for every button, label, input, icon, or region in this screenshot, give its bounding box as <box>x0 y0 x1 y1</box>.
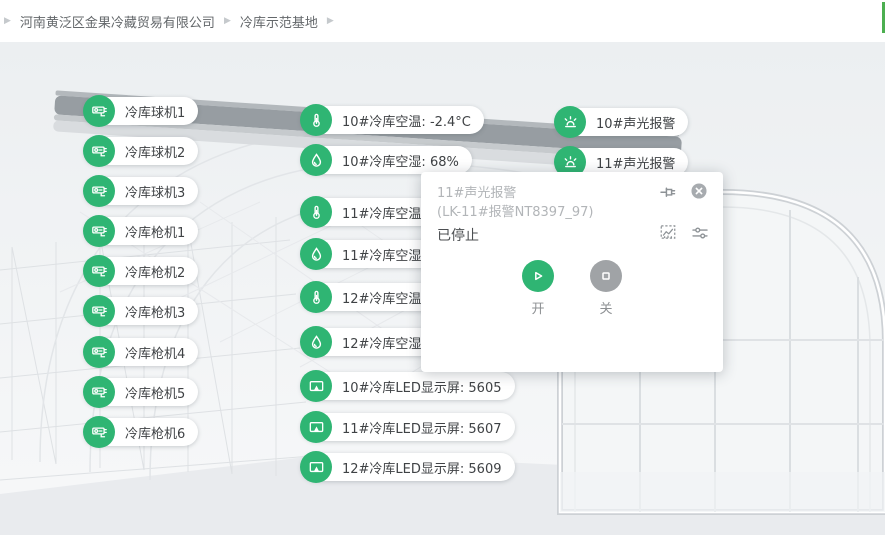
screen-cast-icon <box>300 370 332 402</box>
pill-label: 10#冷库空温: -2.4°C <box>342 111 471 130</box>
pill-label: 11#声光报警 <box>596 153 675 172</box>
pill-label: 11#冷库LED显示屏: 5607 <box>342 418 502 437</box>
device-pill-gun-camera-6[interactable]: 冷库枪机6 <box>84 418 198 446</box>
cctv-camera-icon <box>83 295 115 327</box>
cctv-camera-icon <box>83 95 115 127</box>
popup-button-row: 开 关 <box>421 260 723 317</box>
thermometer-icon <box>300 104 332 136</box>
pill-label: 冷库枪机6 <box>125 423 185 442</box>
close-icon[interactable] <box>690 182 708 200</box>
water-drop-icon <box>300 144 332 176</box>
turn-on-button[interactable]: 开 <box>522 260 554 317</box>
pill-label: 冷库球机3 <box>125 182 185 201</box>
cctv-camera-icon <box>83 376 115 408</box>
popup-status-text: 已停止 <box>437 225 479 245</box>
cctv-camera-icon <box>83 135 115 167</box>
pill-label: 11#冷库空湿: <box>342 245 426 264</box>
device-pill-gun-camera-3[interactable]: 冷库枪机3 <box>84 297 198 325</box>
settings-sliders-icon[interactable] <box>691 224 709 242</box>
cctv-camera-icon <box>83 255 115 287</box>
history-chart-icon[interactable] <box>659 223 677 241</box>
sensor-pill-temp-11[interactable]: 11#冷库空温: <box>301 198 439 226</box>
device-pill-gun-camera-4[interactable]: 冷库枪机4 <box>84 338 198 366</box>
thermometer-icon <box>300 281 332 313</box>
turn-on-label: 开 <box>531 298 544 317</box>
device-control-popup: 11#声光报警 (LK-11#报警NT8397_97) 已停止 开 关 <box>421 172 723 372</box>
thermometer-icon <box>300 196 332 228</box>
breadcrumb-arrow-icon: ▶ <box>224 17 231 26</box>
pill-label: 10#冷库空湿: 68% <box>342 151 459 170</box>
popup-device-title: 11#声光报警 <box>437 182 516 201</box>
cold-storage-monitor-page: ▶ 河南黄泛区金果冷藏贸易有限公司 ▶ 冷库示范基地 ▶ 冷库球机1 冷库球机2… <box>0 0 885 535</box>
device-pill-gun-camera-2[interactable]: 冷库枪机2 <box>84 257 198 285</box>
screen-cast-icon <box>300 411 332 443</box>
pill-label: 冷库球机1 <box>125 102 185 121</box>
sensor-pill-humidity-10[interactable]: 10#冷库空湿: 68% <box>301 146 472 174</box>
turn-off-label: 关 <box>599 298 612 317</box>
pill-label: 冷库枪机1 <box>125 222 185 241</box>
pill-label: 10#声光报警 <box>596 113 675 132</box>
sensor-pill-led-10[interactable]: 10#冷库LED显示屏: 5605 <box>301 372 515 400</box>
device-pill-gun-camera-5[interactable]: 冷库枪机5 <box>84 378 198 406</box>
breadcrumb-item-company[interactable]: 河南黄泛区金果冷藏贸易有限公司 <box>20 12 215 31</box>
breadcrumb-item-base[interactable]: 冷库示范基地 <box>240 12 318 31</box>
device-pill-gun-camera-1[interactable]: 冷库枪机1 <box>84 217 198 245</box>
pill-label: 冷库枪机2 <box>125 262 185 281</box>
device-pill-ball-camera-1[interactable]: 冷库球机1 <box>84 97 198 125</box>
siren-icon <box>554 106 586 138</box>
pin-icon[interactable] <box>659 183 677 201</box>
cctv-camera-icon <box>83 215 115 247</box>
cctv-camera-icon <box>83 175 115 207</box>
screen-cast-icon <box>300 451 332 483</box>
device-pill-ball-camera-3[interactable]: 冷库球机3 <box>84 177 198 205</box>
breadcrumb: ▶ 河南黄泛区金果冷藏贸易有限公司 ▶ 冷库示范基地 ▶ <box>0 0 885 42</box>
sensor-pill-humidity-12[interactable]: 12#冷库空湿: <box>301 328 439 356</box>
pill-label: 10#冷库LED显示屏: 5605 <box>342 377 502 396</box>
water-drop-icon <box>300 238 332 270</box>
sensor-pill-temp-12[interactable]: 12#冷库空温: <box>301 283 439 311</box>
pill-label: 冷库枪机5 <box>125 383 185 402</box>
breadcrumb-arrow-icon: ▶ <box>327 17 334 26</box>
device-pill-ball-camera-2[interactable]: 冷库球机2 <box>84 137 198 165</box>
water-drop-icon <box>300 326 332 358</box>
sensor-pill-led-11[interactable]: 11#冷库LED显示屏: 5607 <box>301 413 515 441</box>
pill-label: 11#冷库空温: <box>342 203 426 222</box>
pill-label: 冷库枪机4 <box>125 343 185 362</box>
pill-label: 12#冷库LED显示屏: 5609 <box>342 458 502 477</box>
cctv-camera-icon <box>83 416 115 448</box>
play-icon[interactable] <box>522 260 554 292</box>
pill-label: 冷库球机2 <box>125 142 185 161</box>
sensor-pill-temp-10[interactable]: 10#冷库空温: -2.4°C <box>301 106 484 134</box>
turn-off-button[interactable]: 关 <box>590 260 622 317</box>
pill-label: 冷库枪机3 <box>125 302 185 321</box>
breadcrumb-arrow-icon: ▶ <box>4 17 11 26</box>
sensor-pill-led-12[interactable]: 12#冷库LED显示屏: 5609 <box>301 453 515 481</box>
pill-label: 12#冷库空温: <box>342 288 426 307</box>
stop-icon[interactable] <box>590 260 622 292</box>
popup-device-id: (LK-11#报警NT8397_97) <box>437 201 593 220</box>
sensor-pill-humidity-11[interactable]: 11#冷库空湿: <box>301 240 439 268</box>
alarm-pill-10[interactable]: 10#声光报警 <box>555 108 688 136</box>
pill-label: 12#冷库空湿: <box>342 333 426 352</box>
cctv-camera-icon <box>83 336 115 368</box>
